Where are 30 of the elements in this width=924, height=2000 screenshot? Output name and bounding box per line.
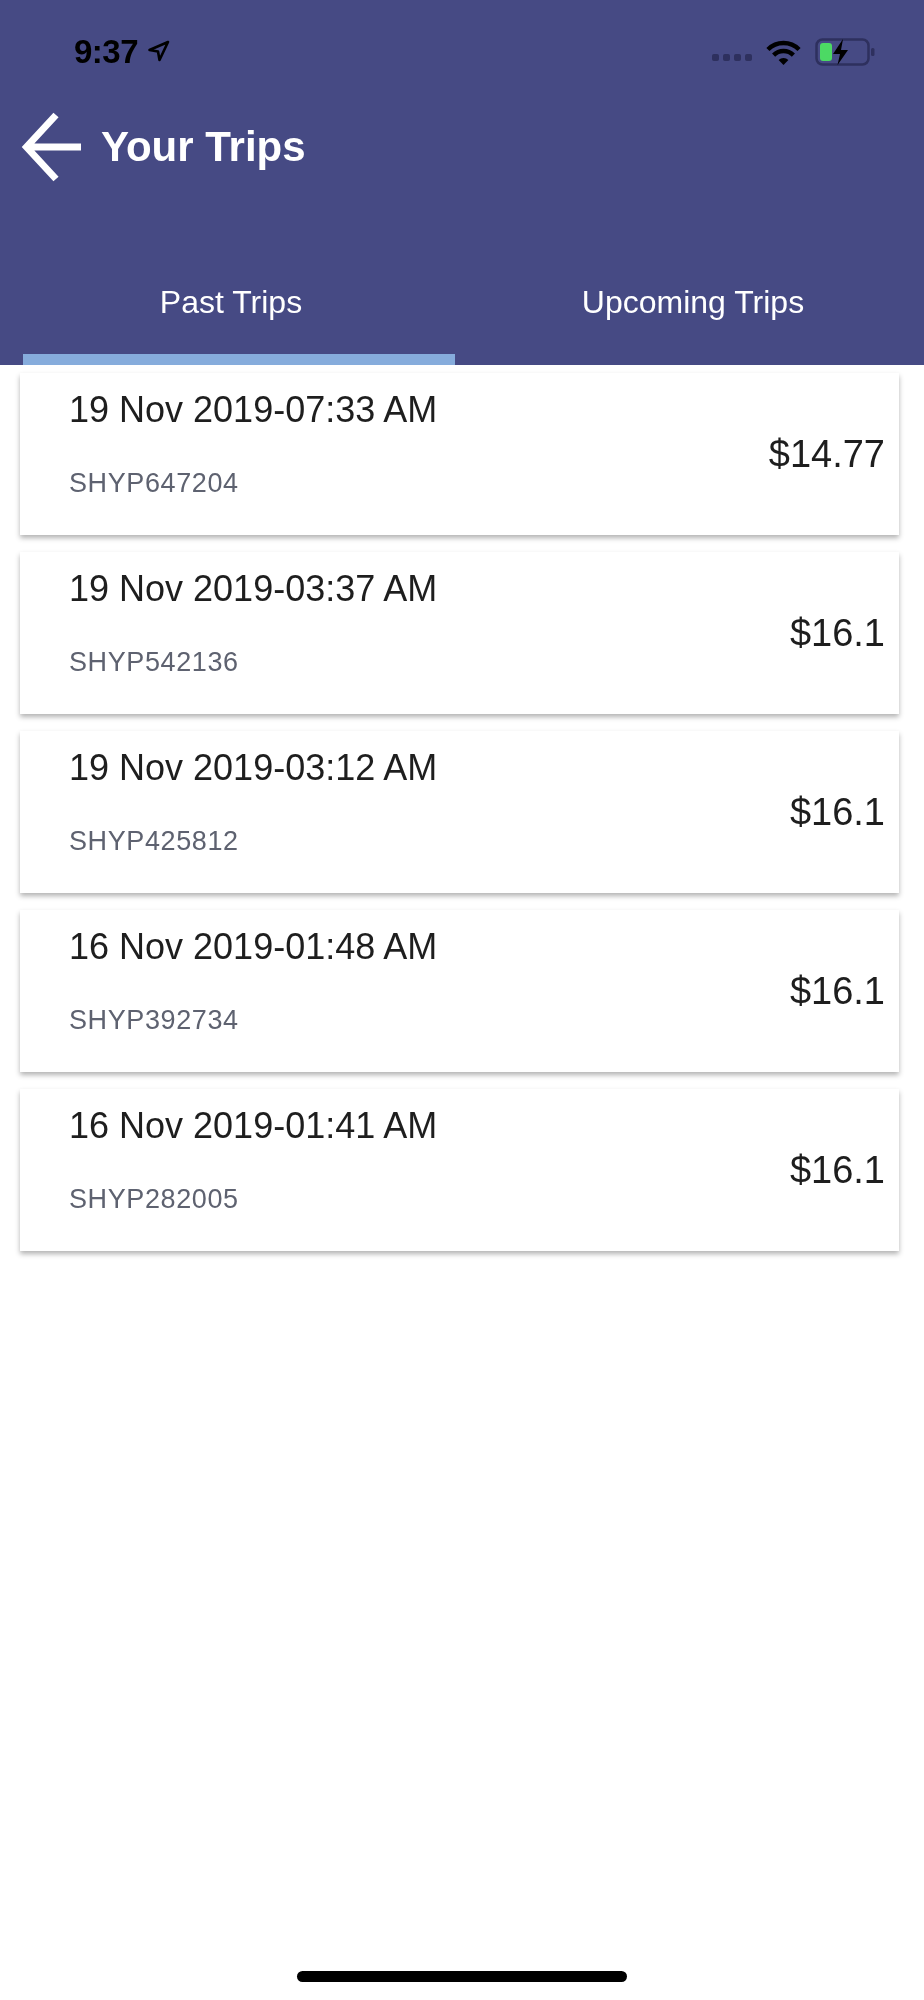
trip-fare: $16.1: [789, 790, 885, 834]
trip-card[interactable]: 19 Nov 2019-07:33 AM SHYP647204 $14.77: [20, 373, 899, 535]
trip-fare: $16.1: [789, 969, 885, 1013]
location-arrow-icon: [147, 40, 171, 62]
trip-card[interactable]: 19 Nov 2019-03:37 AM SHYP542136 $16.1: [20, 552, 899, 714]
battery-charging-icon: [815, 38, 875, 66]
trip-card[interactable]: 16 Nov 2019-01:48 AM SHYP392734 $16.1: [20, 910, 899, 1072]
tab[interactable]: Upcoming Trips: [462, 250, 924, 365]
arrow-left-icon: [20, 112, 81, 182]
trip-date-time: 19 Nov 2019-07:33 AM: [69, 390, 438, 430]
booking-code: SHYP647204: [69, 467, 239, 499]
screen-title: Your Trips: [101, 122, 306, 172]
booking-code: SHYP392734: [69, 1004, 239, 1036]
booking-code: SHYP425812: [69, 825, 239, 857]
booking-code: SHYP542136: [69, 646, 239, 678]
trip-fare: $16.1: [789, 1148, 885, 1192]
trip-card[interactable]: 19 Nov 2019-03:12 AM SHYP425812 $16.1: [20, 731, 899, 893]
back-button[interactable]: [20, 112, 81, 182]
booking-code: SHYP282005: [69, 1183, 239, 1215]
trip-date-time: 16 Nov 2019-01:48 AM: [69, 927, 438, 967]
trip-date-time: 19 Nov 2019-03:12 AM: [69, 748, 438, 788]
cellular-signal-icon: [712, 53, 752, 61]
trip-fare: $14.77: [768, 432, 885, 476]
tab[interactable]: Past Trips: [0, 250, 462, 365]
trip-date-time: 16 Nov 2019-01:41 AM: [69, 1106, 438, 1146]
trip-fare: $16.1: [789, 611, 885, 655]
trip-card[interactable]: 16 Nov 2019-01:41 AM SHYP282005 $16.1: [20, 1089, 899, 1251]
status-time: 9:37: [74, 34, 139, 70]
wifi-icon: [765, 38, 802, 66]
trip-date-time: 19 Nov 2019-03:37 AM: [69, 569, 438, 609]
